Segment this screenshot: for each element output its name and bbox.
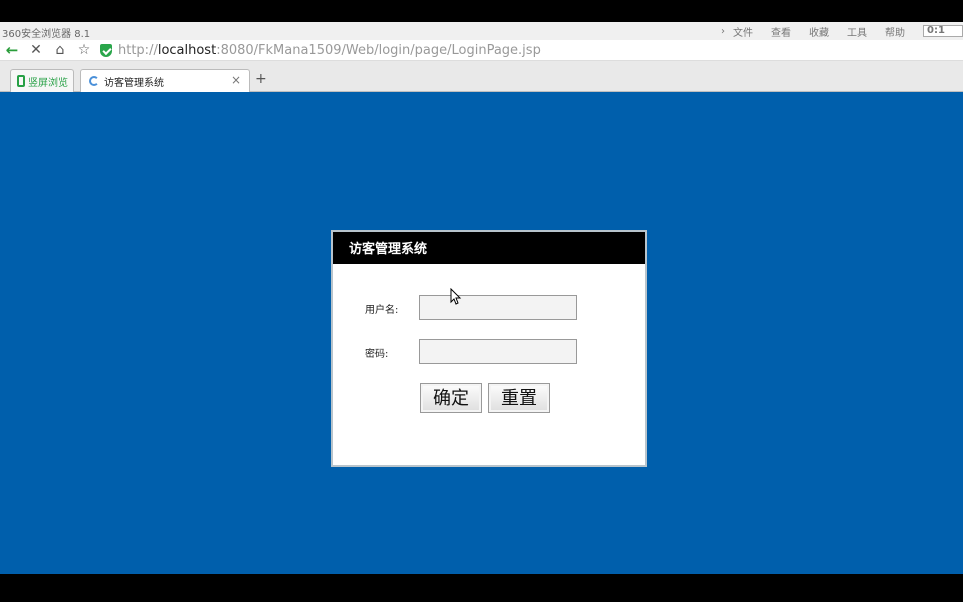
- menu-view[interactable]: 查看: [771, 24, 791, 39]
- star-icon[interactable]: ☆: [72, 40, 96, 61]
- menu-help[interactable]: 帮助: [885, 24, 905, 39]
- url-path: :8080/FkMana1509/Web/login/page/LoginPag…: [216, 42, 541, 58]
- new-tab-plus-icon[interactable]: +: [255, 71, 271, 89]
- browser-tab-bar: 竖屏浏览 访客管理系统 × +: [0, 61, 963, 92]
- close-icon[interactable]: ×: [231, 73, 241, 87]
- browser-menu: › 文件 查看 收藏 工具 帮助 0:1: [721, 22, 963, 40]
- tab-visitor-management[interactable]: 访客管理系统 ×: [80, 69, 250, 92]
- phone-icon: [17, 75, 25, 87]
- menu-file[interactable]: 文件: [733, 24, 753, 39]
- url-host: localhost: [157, 42, 217, 58]
- url-prefix: http://: [118, 42, 158, 58]
- loading-spinner-icon: [89, 76, 99, 86]
- tab-label: 竖屏浏览: [28, 77, 68, 89]
- password-label: 密码:: [365, 349, 389, 360]
- mouse-pointer-icon: [450, 288, 462, 305]
- confirm-button[interactable]: 确定: [420, 383, 482, 413]
- menu-expand-icon[interactable]: ›: [721, 26, 725, 37]
- tab-vertical-browse[interactable]: 竖屏浏览: [10, 69, 74, 92]
- clock-badge: 0:1: [923, 25, 963, 37]
- home-icon[interactable]: ⌂: [48, 40, 72, 61]
- login-dialog-title: 访客管理系统: [333, 232, 645, 264]
- browser-title: 360安全浏览器 8.1: [2, 29, 91, 40]
- password-input[interactable]: [419, 339, 577, 364]
- username-input[interactable]: [419, 295, 577, 320]
- menu-favorites[interactable]: 收藏: [809, 24, 829, 39]
- reset-button[interactable]: 重置: [488, 383, 550, 413]
- shield-icon: [100, 43, 112, 57]
- browser-window: 360安全浏览器 8.1 › 文件 查看 收藏 工具 帮助 0:1 ← ✕ ⌂ …: [0, 22, 963, 574]
- tab-label: 访客管理系统: [104, 77, 164, 89]
- browser-titlebar: 360安全浏览器 8.1 › 文件 查看 收藏 工具 帮助 0:1: [0, 22, 963, 40]
- screen: 360安全浏览器 8.1 › 文件 查看 收藏 工具 帮助 0:1 ← ✕ ⌂ …: [0, 0, 963, 602]
- page-content: 访客管理系统 用户名: 密码: 确定 重置: [0, 92, 963, 574]
- username-label: 用户名:: [365, 305, 399, 316]
- url-field[interactable]: http://localhost:8080/FkMana1509/Web/log…: [118, 43, 541, 58]
- close-icon[interactable]: ✕: [24, 40, 48, 61]
- back-arrow-icon[interactable]: ←: [0, 40, 24, 61]
- browser-address-bar: ← ✕ ⌂ ☆ http://localhost:8080/FkMana1509…: [0, 40, 963, 61]
- login-dialog: 访客管理系统 用户名: 密码: 确定 重置: [331, 230, 647, 467]
- menu-tools[interactable]: 工具: [847, 24, 867, 39]
